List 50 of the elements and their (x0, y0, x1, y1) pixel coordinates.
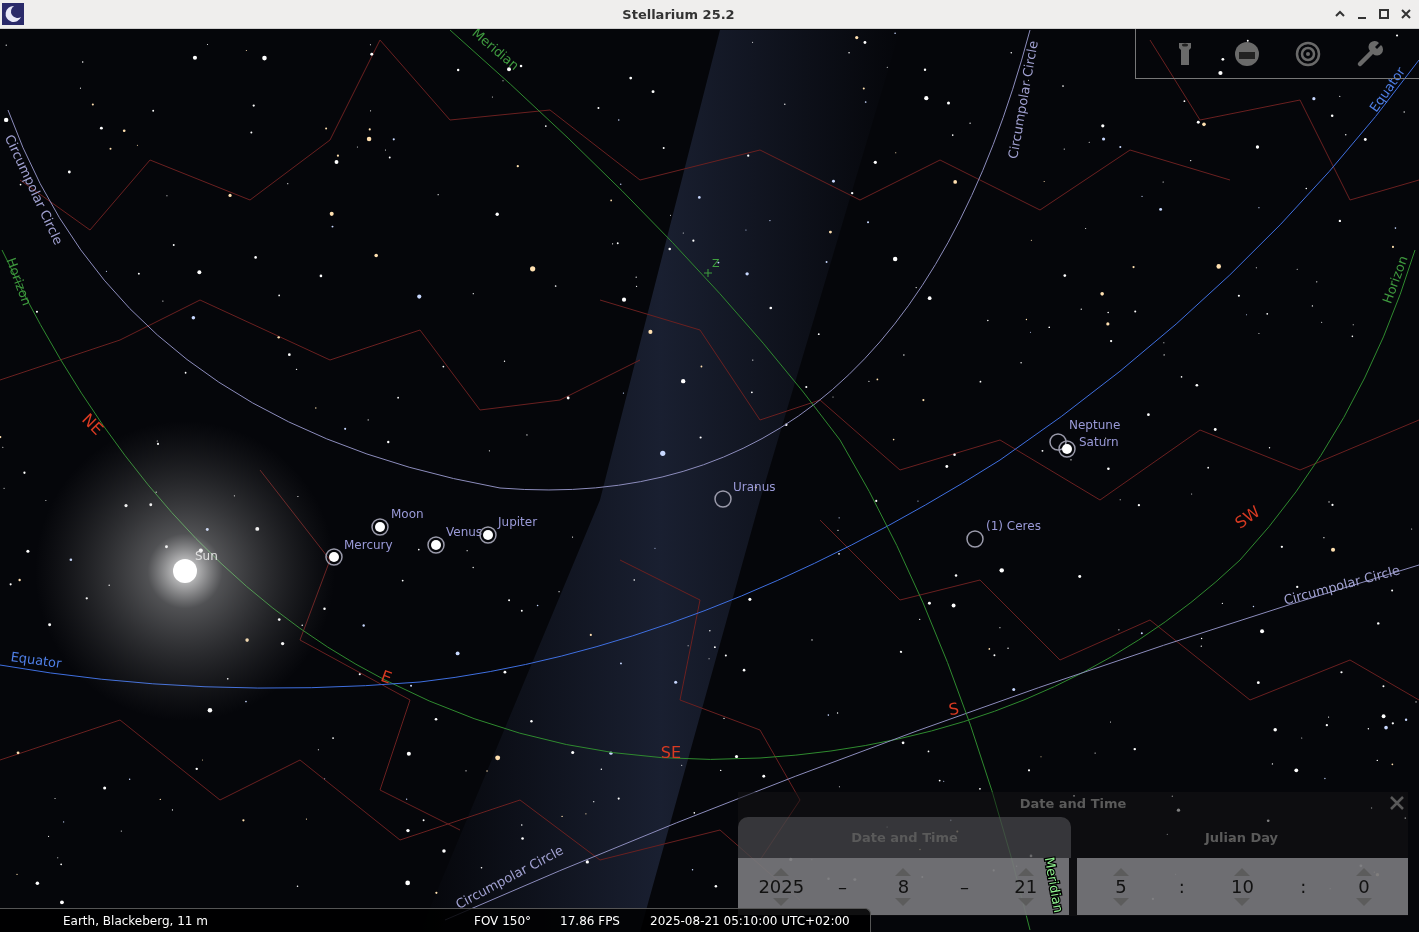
object-label: Saturn (1079, 434, 1119, 449)
separator: : (1300, 876, 1307, 897)
cardinal-point-label: SW (1231, 501, 1264, 533)
datetime-text: 2025-08-21 05:10:00 UTC+02:00 (650, 913, 850, 928)
cardinal-point-label: E (378, 666, 395, 688)
object-label: Venus (446, 524, 483, 539)
planet-marker-icon[interactable] (1058, 440, 1076, 458)
guide-line-label: Horizon (3, 255, 35, 308)
planet-marker-icon[interactable] (325, 548, 343, 566)
guide-line-label: Circumpolar Circle (1005, 39, 1041, 160)
fov-text: FOV 150° (474, 913, 532, 928)
zenith-mark-icon (703, 268, 713, 278)
object-label: (1) Ceres (986, 518, 1041, 533)
object-marker-icon[interactable] (966, 530, 984, 548)
spin-value[interactable]: 8 (897, 875, 910, 898)
object-label: Moon (391, 506, 424, 521)
object-label: Mercury (344, 537, 393, 552)
window-icon[interactable] (1232, 39, 1261, 68)
separator: : (1178, 876, 1185, 897)
object-marker-icon[interactable] (714, 490, 732, 508)
cardinal-point-label: SE (660, 742, 682, 762)
maximize-icon[interactable] (1377, 7, 1391, 21)
cardinal-point-label: S (947, 698, 961, 720)
spin-value[interactable]: 2025 (758, 875, 805, 898)
guide-line-label: Equator (9, 649, 63, 671)
dialog-tab[interactable]: Julian Day (1075, 817, 1408, 858)
planet-marker-icon[interactable] (427, 536, 445, 554)
spin-value[interactable]: 5 (1115, 875, 1127, 898)
zenith-label: Z (712, 257, 720, 270)
spin-value[interactable]: 21 (1014, 875, 1038, 898)
fps-text: 17.86 FPS (560, 913, 620, 928)
separator: – (960, 876, 970, 897)
sky-view[interactable] (0, 29, 1419, 932)
guide-line-label: Meridian (1041, 855, 1067, 914)
separator: – (837, 876, 847, 897)
location-text: Earth, Blackeberg, 11 m (63, 913, 208, 928)
spin-value[interactable]: 0 (1358, 875, 1370, 898)
dialog-title: Date and Time (1018, 796, 1128, 811)
cardinal-point-label: NE (78, 409, 108, 439)
object-label: Neptune (1069, 417, 1121, 432)
spin-value[interactable]: 10 (1231, 875, 1254, 898)
window-title: Stellarium 25.2 (621, 6, 736, 22)
object-label: Sun (195, 548, 218, 563)
target-icon[interactable] (1294, 39, 1323, 68)
planet-marker-icon[interactable] (371, 518, 389, 536)
object-label: Uranus (733, 479, 776, 494)
object-label: Jupiter (498, 514, 538, 529)
settings-icon[interactable] (1356, 39, 1385, 68)
close-icon[interactable] (1399, 7, 1413, 21)
object-marker-icon[interactable] (1049, 433, 1067, 451)
